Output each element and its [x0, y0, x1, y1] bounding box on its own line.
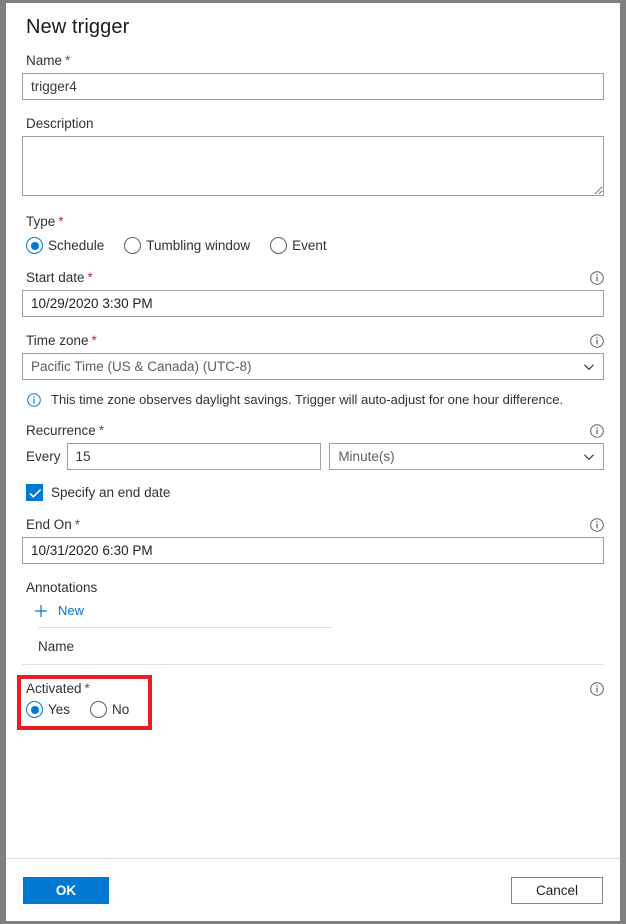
activated-label: Activated *	[22, 681, 90, 696]
plus-icon	[34, 604, 48, 618]
dialog-content: New trigger Name * Description Type	[6, 3, 620, 858]
info-icon[interactable]	[590, 270, 604, 285]
start-date-label-text: Start date	[26, 270, 85, 285]
type-option-tumbling-window-label: Tumbling window	[146, 238, 251, 253]
page-title: New trigger	[26, 16, 130, 38]
description-label: Description	[22, 116, 604, 131]
recurrence-row: Every Minute(s)	[22, 443, 604, 470]
activated-required-mark: *	[84, 681, 90, 696]
activated-option-yes-label: Yes	[48, 702, 71, 717]
info-icon[interactable]	[590, 333, 604, 348]
time-zone-label-text: Time zone	[26, 333, 89, 348]
specify-end-date-row[interactable]: Specify an end date	[22, 484, 604, 501]
type-option-schedule[interactable]: Schedule	[26, 237, 104, 254]
type-required-mark: *	[58, 214, 64, 229]
ok-button[interactable]: OK	[23, 877, 109, 904]
dialog-frame: New trigger Name * Description Type	[0, 0, 626, 924]
time-zone-field-header: Time zone *	[22, 333, 604, 348]
name-label: Name *	[22, 53, 70, 68]
info-icon	[27, 392, 41, 407]
recurrence-interval-input[interactable]	[66, 443, 322, 470]
annotations-label: Annotations	[22, 580, 604, 595]
recurrence-label-text: Recurrence	[26, 423, 96, 438]
recurrence-unit-value: Minute(s)	[338, 449, 395, 464]
time-zone-selected-value: Pacific Time (US & Canada) (UTC-8)	[31, 359, 252, 374]
type-option-tumbling-window[interactable]: Tumbling window	[124, 237, 250, 254]
activated-section: Activated * Yes No	[17, 675, 604, 730]
radio-icon[interactable]	[270, 237, 288, 254]
type-radio-group: Schedule Tumbling window Event	[22, 237, 604, 254]
chevron-down-icon	[583, 361, 595, 373]
annotations-label-text: Annotations	[26, 580, 98, 595]
radio-icon[interactable]	[26, 237, 43, 254]
name-input[interactable]	[22, 73, 604, 100]
add-annotation-label: New	[58, 603, 85, 618]
start-date-input[interactable]	[22, 290, 604, 317]
type-option-event[interactable]: Event	[270, 237, 327, 254]
chevron-down-icon	[583, 451, 595, 463]
end-on-label: End On *	[22, 517, 80, 532]
type-label-text: Type	[26, 214, 56, 229]
time-zone-select[interactable]: Pacific Time (US & Canada) (UTC-8)	[22, 353, 604, 380]
recurrence-field-header: Recurrence *	[22, 423, 604, 438]
radio-icon[interactable]	[90, 701, 108, 718]
activated-option-yes[interactable]: Yes	[26, 701, 70, 718]
recurrence-every-label: Every	[26, 449, 61, 464]
name-required-mark: *	[65, 53, 71, 68]
end-on-required-mark: *	[74, 517, 81, 532]
description-label-text: Description	[26, 116, 94, 131]
activated-radio-group: Yes No	[22, 701, 604, 718]
recurrence-label: Recurrence *	[22, 423, 104, 438]
activated-field-header: Activated *	[22, 681, 604, 696]
recurrence-unit-select[interactable]: Minute(s)	[329, 443, 604, 470]
start-date-field-header: Start date *	[22, 270, 604, 285]
activated-option-no-label: No	[112, 702, 130, 717]
type-option-schedule-label: Schedule	[48, 238, 105, 253]
time-zone-required-mark: *	[91, 333, 97, 348]
daylight-savings-note: This time zone observes daylight savings…	[22, 392, 604, 407]
start-date-required-mark: *	[87, 270, 93, 285]
checkmark-icon[interactable]	[26, 484, 43, 501]
start-date-label: Start date *	[22, 270, 93, 285]
annotations-column-header-name: Name	[38, 639, 75, 654]
add-annotation-button[interactable]: New	[22, 603, 604, 618]
activated-option-no[interactable]: No	[90, 701, 129, 718]
end-on-label-text: End On	[26, 517, 72, 532]
name-label-text: Name	[26, 53, 63, 68]
radio-icon[interactable]	[26, 701, 43, 718]
info-icon[interactable]	[590, 517, 604, 532]
activated-label-text: Activated	[26, 681, 82, 696]
end-on-field-header: End On *	[22, 517, 604, 532]
specify-end-date-label: Specify an end date	[51, 485, 171, 500]
type-label: Type *	[22, 214, 604, 229]
name-field-header: Name *	[22, 53, 604, 68]
recurrence-required-mark: *	[98, 423, 105, 438]
cancel-button[interactable]: Cancel	[511, 877, 603, 904]
info-icon[interactable]	[590, 423, 604, 438]
description-textarea[interactable]	[22, 136, 604, 196]
new-trigger-dialog: New trigger Name * Description Type	[6, 3, 620, 921]
radio-icon[interactable]	[124, 237, 142, 254]
info-icon[interactable]	[590, 681, 604, 696]
dialog-footer: OK Cancel	[6, 858, 620, 921]
daylight-savings-note-text: This time zone observes daylight savings…	[51, 392, 564, 407]
type-option-event-label: Event	[292, 238, 327, 253]
end-on-input[interactable]	[22, 537, 604, 564]
time-zone-label: Time zone *	[22, 333, 97, 348]
